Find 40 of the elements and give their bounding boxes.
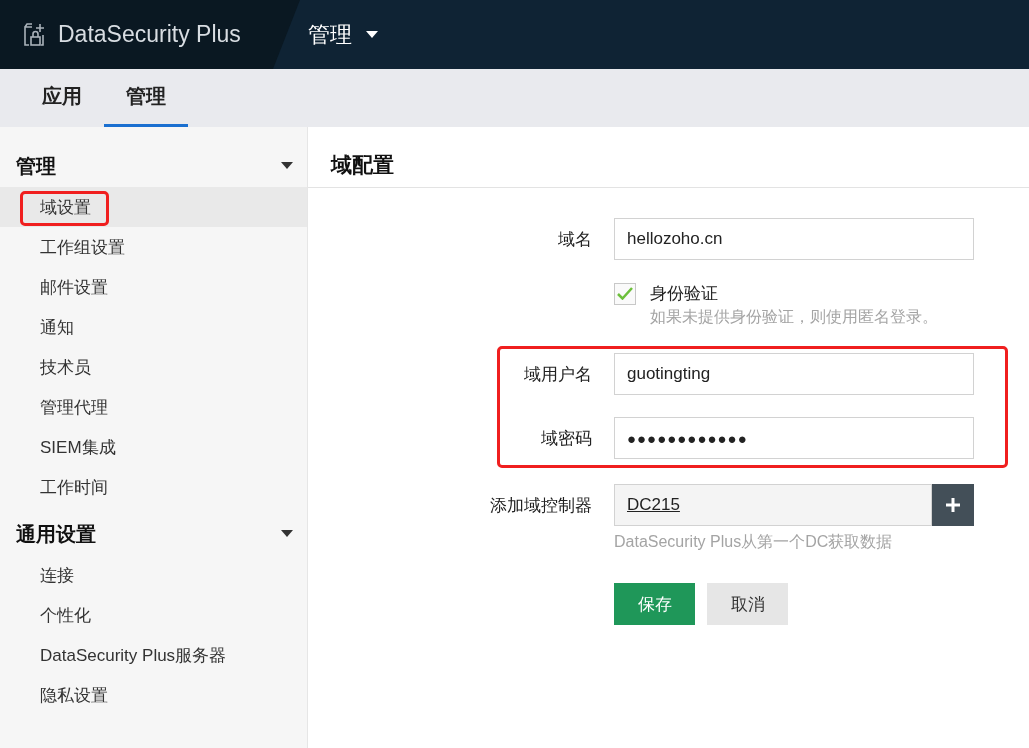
page-title: 域配置: [308, 127, 1029, 188]
section-title: 管理: [16, 153, 56, 179]
sidebar-item[interactable]: 连接: [0, 555, 307, 595]
sidebar-item[interactable]: 邮件设置: [0, 267, 307, 307]
input-field[interactable]: hellozoho.cn: [614, 218, 974, 260]
sidebar-item[interactable]: 技术员: [0, 347, 307, 387]
checkmark-icon: [617, 287, 633, 300]
password-field[interactable]: ●●●●●●●●●●●●: [614, 417, 974, 459]
controller-field[interactable]: DC215: [614, 484, 932, 526]
sidebar-item[interactable]: 工作时间: [0, 467, 307, 507]
sidebar-item[interactable]: 隐私设置: [0, 675, 307, 715]
product-name: DataSecurity Plus: [58, 21, 241, 48]
field-label: 域用户名: [523, 363, 592, 386]
sidebar-item[interactable]: 通知: [0, 307, 307, 347]
cancel-button[interactable]: 取消: [707, 583, 788, 625]
sidebar-item[interactable]: SIEM集成: [0, 427, 307, 467]
add-button[interactable]: [932, 484, 974, 526]
section-title: 通用设置: [16, 521, 96, 547]
sidebar-item[interactable]: 域设置: [0, 187, 307, 227]
checkbox[interactable]: [614, 282, 636, 305]
controller-link[interactable]: DC215: [627, 495, 680, 515]
field-label: 添加域控制器: [489, 494, 592, 517]
save-button[interactable]: 保存: [614, 583, 695, 625]
sidebar-item[interactable]: 管理代理: [0, 387, 307, 427]
sidebar-item[interactable]: 个性化: [0, 595, 307, 635]
sidebar-item[interactable]: 工作组设置: [0, 227, 307, 267]
caret-icon[interactable]: [281, 162, 293, 170]
field-label: 域密码: [540, 427, 592, 450]
module-menu[interactable]: 管理: [300, 0, 386, 69]
caret-icon[interactable]: [281, 530, 293, 538]
hint-text: DataSecurity Plus从第一个DC获取数据: [614, 532, 894, 552]
folder-lock-icon: [24, 22, 46, 47]
checkbox-label: 身份验证: [650, 283, 718, 305]
input-field[interactable]: guotingting: [614, 353, 974, 395]
plus-icon: [946, 498, 960, 512]
caret-icon[interactable]: [366, 30, 378, 39]
nav-tab[interactable]: 应用: [20, 69, 104, 127]
sidebar-item[interactable]: DataSecurity Plus服务器: [0, 635, 307, 675]
hint-text: 如果未提供身份验证，则使用匿名登录。: [650, 308, 938, 325]
field-label: 域名: [557, 228, 592, 251]
